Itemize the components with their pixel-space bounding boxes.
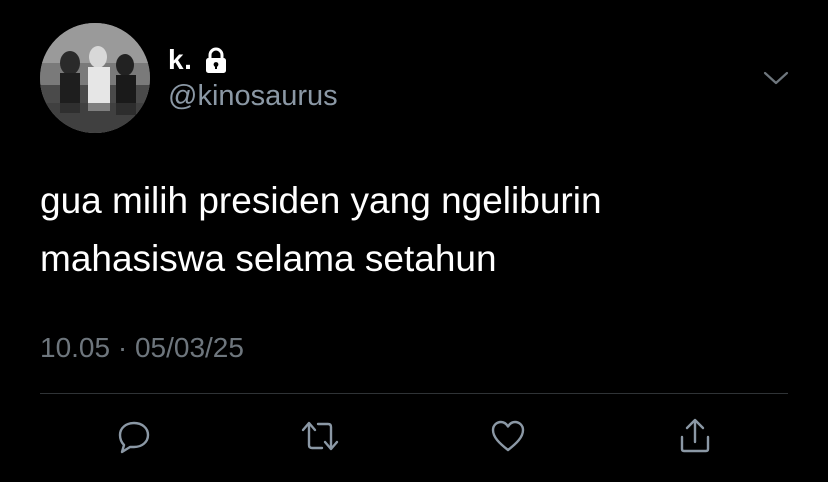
author-name-row: k. xyxy=(168,42,232,78)
lock-icon xyxy=(202,45,232,75)
avatar-photo xyxy=(40,23,150,133)
tweet-actions xyxy=(0,414,828,458)
reply-button[interactable] xyxy=(112,414,156,458)
retweet-button[interactable] xyxy=(298,414,342,458)
chevron-down-icon xyxy=(763,71,789,85)
display-name[interactable]: k. xyxy=(168,44,192,76)
share-button[interactable] xyxy=(673,414,717,458)
tweet-timestamp[interactable]: 10.05 · 05/03/25 xyxy=(40,332,244,364)
retweet-icon xyxy=(301,421,339,451)
heart-icon xyxy=(491,420,525,452)
share-icon xyxy=(680,418,710,453)
author-handle[interactable]: @kinosaurus xyxy=(168,80,338,113)
like-button[interactable] xyxy=(486,414,530,458)
reply-icon xyxy=(118,421,150,454)
avatar[interactable] xyxy=(40,23,150,133)
tweet-text: gua milih presiden yang ngeliburin mahas… xyxy=(40,180,602,279)
more-options-button[interactable] xyxy=(760,62,792,94)
tweet-card: k. @kinosaurus gua milih presiden yang n… xyxy=(0,0,828,482)
divider xyxy=(40,393,788,394)
